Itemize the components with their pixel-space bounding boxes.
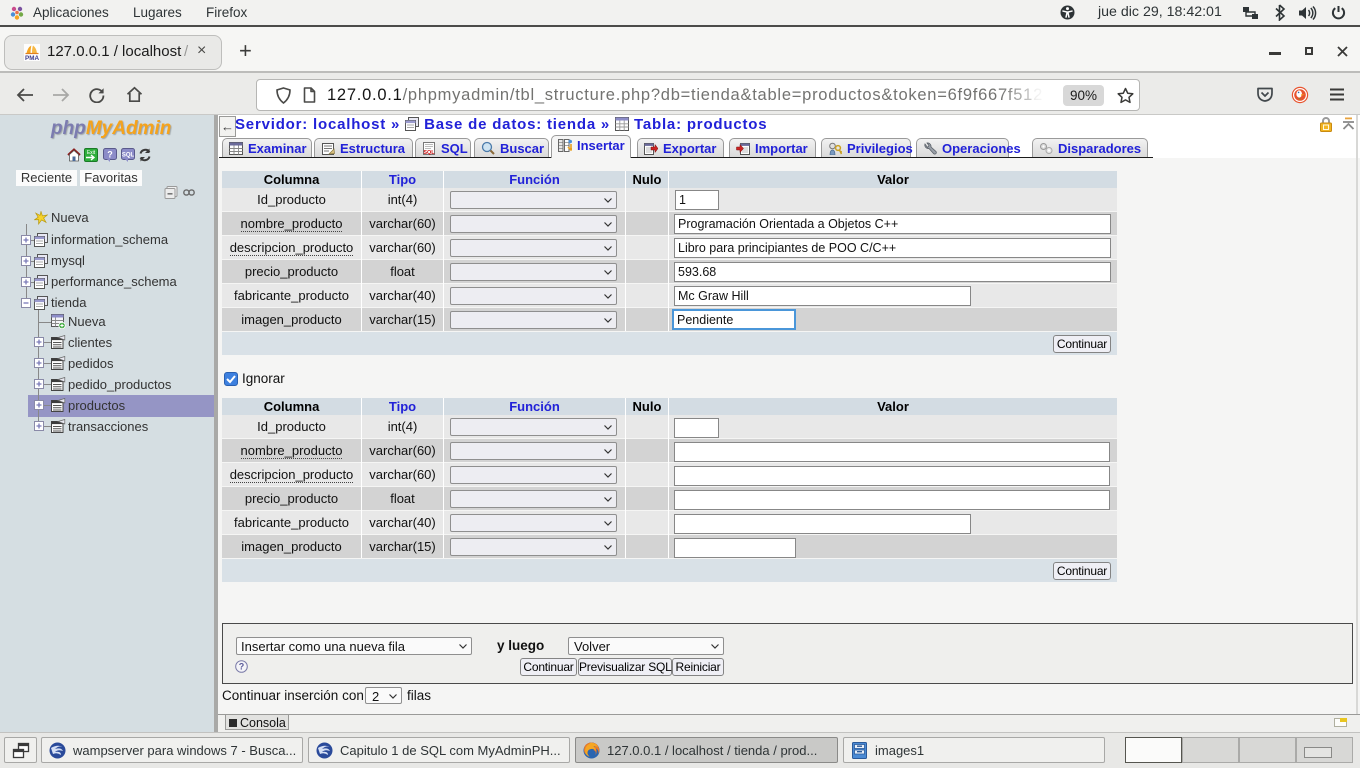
svg-text:?: ? [239, 662, 245, 672]
svg-text:SQL: SQL [122, 153, 135, 159]
svg-text:SQL: SQL [423, 150, 435, 155]
svg-text:PMA: PMA [25, 55, 39, 61]
svg-text:?: ? [107, 150, 113, 160]
